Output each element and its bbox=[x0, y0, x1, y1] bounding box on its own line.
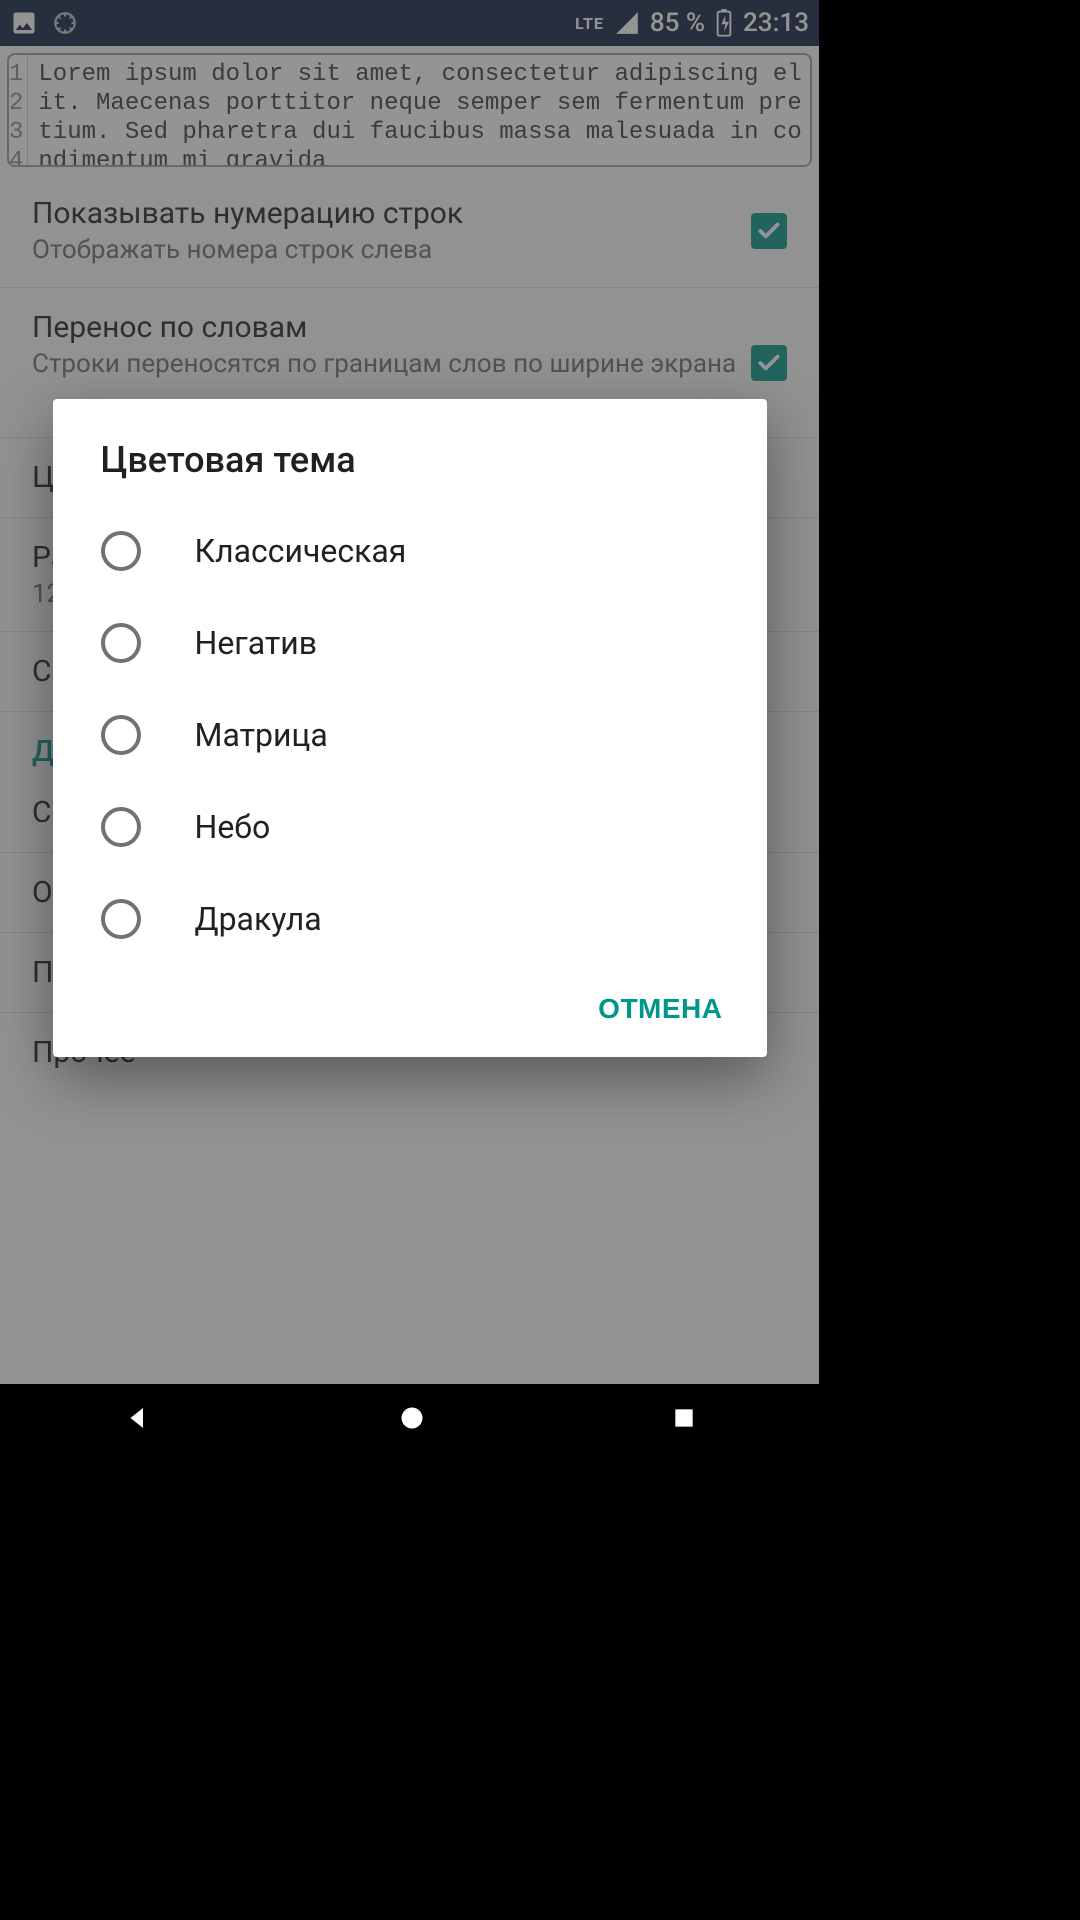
nav-recent-icon[interactable] bbox=[671, 1405, 697, 1435]
theme-option-classic[interactable]: Классическая bbox=[53, 505, 767, 597]
theme-option-sky[interactable]: Небо bbox=[53, 781, 767, 873]
dialog-title: Цветовая тема bbox=[53, 399, 767, 505]
radio-unchecked-icon bbox=[101, 531, 141, 571]
nav-back-icon[interactable] bbox=[123, 1403, 153, 1437]
radio-unchecked-icon bbox=[101, 807, 141, 847]
radio-unchecked-icon bbox=[101, 623, 141, 663]
nav-home-icon[interactable] bbox=[398, 1404, 426, 1436]
option-label: Матрица bbox=[195, 716, 328, 754]
option-label: Классическая bbox=[195, 532, 407, 570]
color-theme-dialog: Цветовая тема Классическая Негатив Матри… bbox=[53, 399, 767, 1057]
theme-option-matrix[interactable]: Матрица bbox=[53, 689, 767, 781]
theme-option-negative[interactable]: Негатив bbox=[53, 597, 767, 689]
cancel-button[interactable]: ОТМЕНА bbox=[598, 993, 722, 1025]
radio-unchecked-icon bbox=[101, 899, 141, 939]
radio-unchecked-icon bbox=[101, 715, 141, 755]
theme-option-dracula[interactable]: Дракула bbox=[53, 873, 767, 965]
option-label: Небо bbox=[195, 808, 271, 846]
option-label: Негатив bbox=[195, 624, 318, 662]
option-label: Дракула bbox=[195, 900, 322, 938]
nav-bar bbox=[0, 1384, 819, 1456]
